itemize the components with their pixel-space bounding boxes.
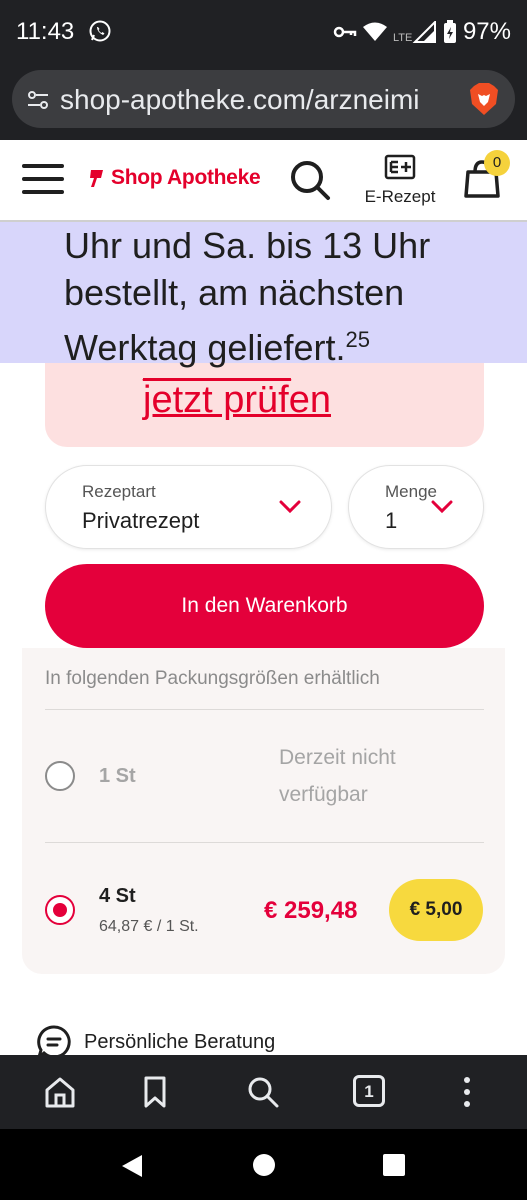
quantity-value: 1: [385, 508, 398, 533]
cart-button[interactable]: 0: [460, 150, 510, 204]
prescription-type-caption: Rezeptart: [82, 482, 156, 501]
svg-text:LTE: LTE: [393, 32, 412, 43]
consultation-label: Persönliche Beratung: [84, 1030, 276, 1053]
erezept-icon: [384, 154, 416, 180]
vpn-key-icon: [333, 26, 357, 38]
banner-line-3: Werktag geliefert.: [64, 327, 346, 368]
brand-name: Shop Apotheke: [111, 166, 261, 189]
unit-price: 64,87 € / 1 St.: [99, 918, 199, 935]
wifi-icon: [362, 22, 387, 41]
tabs-count-button[interactable]: 1: [353, 1075, 385, 1107]
status-time: 11:43: [16, 18, 75, 45]
status-bar: 11:43 LTE 97%: [0, 0, 527, 66]
whatsapp-icon: [89, 20, 111, 42]
signal-lte-icon: LTE: [393, 21, 436, 43]
pack-size-label: 4 St: [99, 885, 136, 907]
shop-logo[interactable]: Shop Apotheke: [88, 166, 261, 190]
pack-radio-selected[interactable]: [45, 895, 75, 925]
bookmark-icon[interactable]: [138, 1075, 172, 1109]
recents-icon[interactable]: [382, 1153, 406, 1177]
browser-bottom-toolbar: 1: [0, 1055, 527, 1129]
pack-price: € 259,48: [264, 897, 358, 924]
battery-icon: [443, 20, 456, 43]
quantity-caption: Menge: [385, 482, 437, 501]
quantity-select[interactable]: Menge 1: [348, 465, 484, 549]
add-to-cart-button[interactable]: In den Warenkorb: [45, 564, 484, 648]
search-icon[interactable]: [288, 158, 332, 202]
cart-count-badge: 0: [484, 150, 510, 176]
banner-line-2: bestellt, am nächsten: [64, 272, 405, 313]
delivery-info-banner: Uhr und Sa. bis 13 Uhr bestellt, am näch…: [0, 222, 527, 368]
chevron-down-icon: [279, 500, 301, 514]
battery-percent: 97%: [462, 18, 511, 45]
availability-status: Derzeit nicht verfügbar: [279, 746, 396, 806]
menu-icon[interactable]: [22, 164, 64, 198]
check-now-link[interactable]: jetzt prüfen: [143, 379, 331, 422]
divider: [45, 842, 484, 843]
search-icon[interactable]: [246, 1075, 280, 1109]
banner-line-1: Uhr und Sa. bis 13 Uhr: [64, 225, 431, 266]
brave-shields-icon[interactable]: [469, 82, 499, 116]
erezept-button[interactable]: E-Rezept: [358, 154, 442, 207]
more-options-icon[interactable]: [450, 1075, 484, 1109]
pack-radio-unselected[interactable]: [45, 761, 75, 791]
prescription-type-select[interactable]: Rezeptart Privatrezept: [45, 465, 332, 549]
divider: [45, 709, 484, 710]
site-header: Shop Apotheke E-Rezept 0: [0, 140, 527, 222]
pack-size-label: 1 St: [99, 765, 136, 787]
chevron-down-icon: [431, 500, 453, 514]
site-settings-icon[interactable]: [26, 88, 50, 112]
banner-footnote: 25: [345, 327, 370, 352]
back-icon[interactable]: [120, 1153, 144, 1179]
pack-sizes-panel: In folgenden Packungsgrößen erhältlich 1…: [22, 648, 505, 974]
erezept-label: E-Rezept: [364, 187, 436, 206]
home-circle-icon[interactable]: [252, 1153, 276, 1177]
home-icon[interactable]: [43, 1075, 77, 1109]
promo-badge: € 5,00: [389, 879, 483, 941]
logo-mark-icon: [90, 170, 103, 187]
prescription-type-value: Privatrezept: [82, 508, 200, 533]
prescription-alert: _______ jetzt prüfen: [45, 363, 484, 447]
url-text[interactable]: shop-apotheke.com/arzneimi: [60, 84, 460, 116]
browser-toolbar: shop-apotheke.com/arzneimi: [0, 66, 527, 140]
address-bar[interactable]: shop-apotheke.com/arzneimi: [12, 70, 515, 128]
system-navigation-bar: [0, 1129, 527, 1200]
pack-sizes-header: In folgenden Packungsgrößen erhältlich: [45, 668, 380, 689]
